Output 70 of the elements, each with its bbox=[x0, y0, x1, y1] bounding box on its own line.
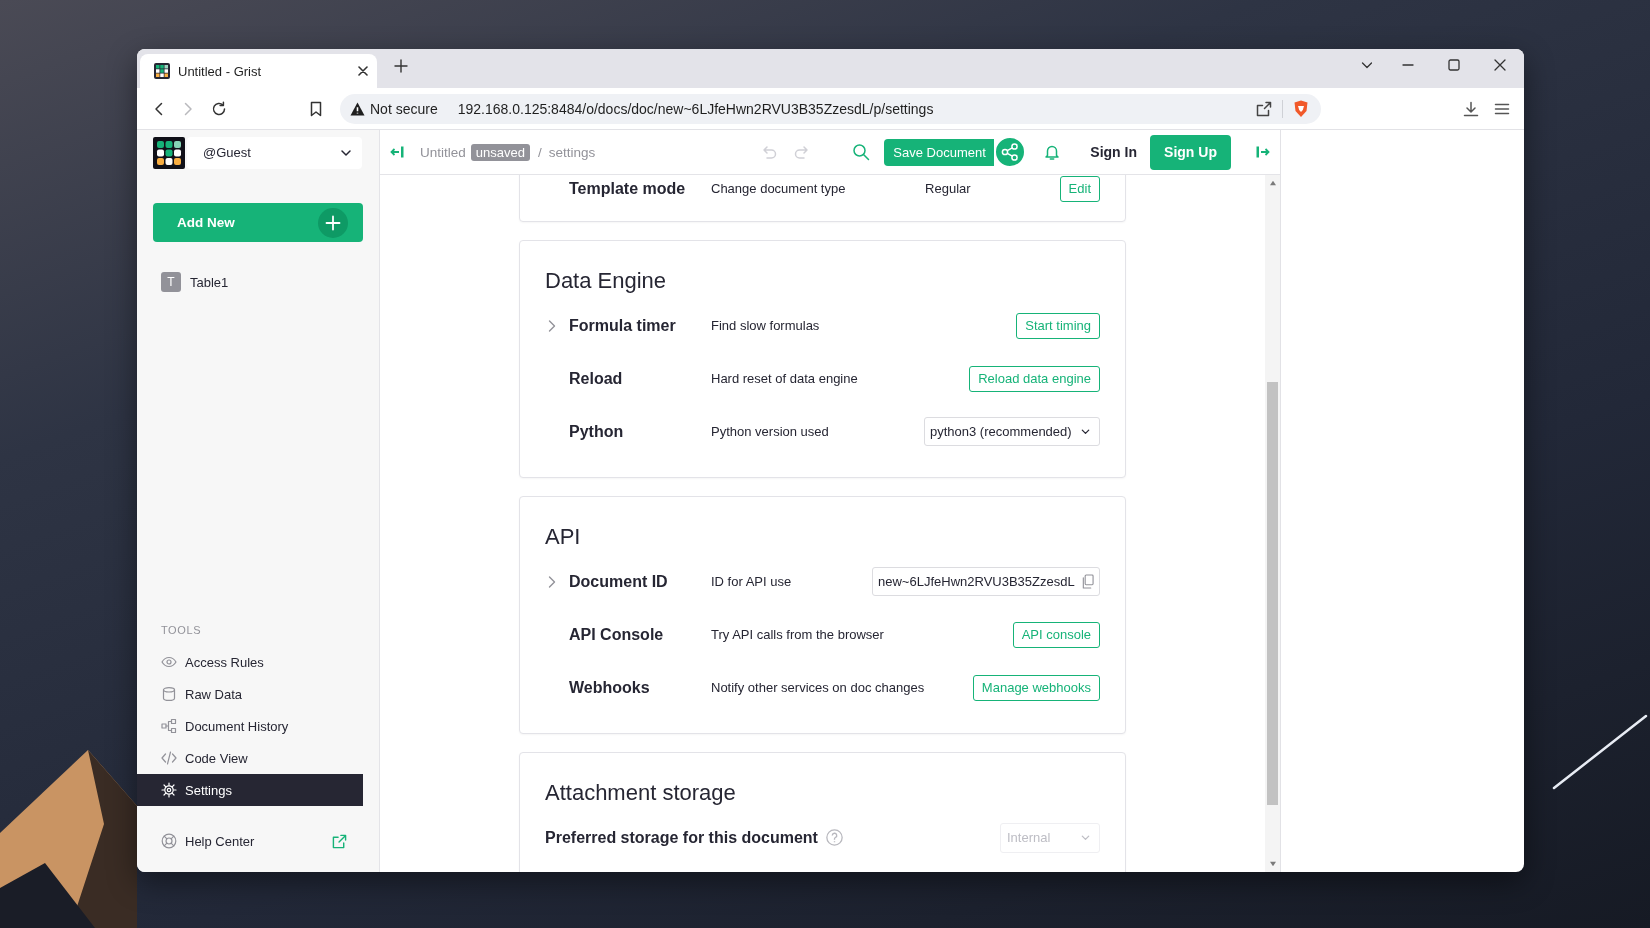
branch-icon bbox=[161, 718, 177, 734]
sign-in-button[interactable]: Sign In bbox=[1090, 144, 1137, 160]
share-icon[interactable] bbox=[1256, 100, 1272, 117]
section-heading: TOOLS bbox=[160, 623, 203, 638]
database-icon bbox=[161, 686, 177, 702]
breadcrumb-separator: / bbox=[537, 144, 542, 160]
download-icon[interactable] bbox=[1463, 100, 1479, 117]
bookmark-icon[interactable] bbox=[308, 100, 324, 117]
page-initial: T bbox=[161, 272, 181, 292]
gear-icon bbox=[161, 782, 177, 798]
security-indicator[interactable]: Not secure bbox=[350, 100, 438, 117]
setting-description: ID for API use bbox=[711, 574, 793, 589]
address-bar[interactable]: Not secure 192.168.0.125:8484/o/docs/doc/new~6LJfeHwn2RVU3B35ZzesdL/p/settings bbox=[340, 93, 1321, 124]
section-title: Data Engine bbox=[545, 267, 668, 295]
warning-icon bbox=[350, 101, 365, 116]
grid-logo-icon[interactable] bbox=[153, 136, 185, 169]
setting-label: API Console bbox=[569, 625, 665, 644]
chevron-down-icon[interactable] bbox=[1361, 59, 1373, 71]
tool-item[interactable]: Document History bbox=[137, 710, 363, 742]
lifebuoy-icon bbox=[161, 833, 177, 849]
setting-description: Hard reset of data engine bbox=[711, 371, 859, 386]
help-center-link[interactable]: Help Center bbox=[137, 826, 363, 856]
copy-icon[interactable] bbox=[1081, 574, 1094, 589]
maximize-icon[interactable] bbox=[1448, 59, 1460, 71]
setting-description: Python version used bbox=[711, 424, 830, 439]
collapse-panel-icon[interactable] bbox=[389, 144, 405, 160]
tool-item[interactable]: Code View bbox=[137, 742, 363, 774]
chevron-right-icon[interactable] bbox=[548, 319, 556, 332]
eye-icon bbox=[161, 654, 177, 670]
section-title: Attachment storage bbox=[545, 779, 737, 807]
setting-label: Webhooks bbox=[569, 678, 651, 697]
document-id-field[interactable]: new~6LJfeHwn2RVU3B35ZzesdL bbox=[872, 567, 1100, 596]
setting-label: Reload bbox=[569, 369, 624, 388]
setting-description: Try API calls from the browser bbox=[711, 627, 885, 642]
close-icon[interactable] bbox=[358, 66, 368, 76]
plus-icon bbox=[318, 207, 348, 238]
setting-label: Formula timer bbox=[569, 316, 677, 335]
setting-label: Document ID bbox=[569, 572, 669, 591]
chevron-down-icon bbox=[1080, 426, 1091, 437]
external-link-icon bbox=[332, 833, 347, 849]
setting-description: Notify other services on doc changes bbox=[711, 680, 926, 695]
tool-item[interactable]: Raw Data bbox=[137, 678, 363, 710]
bell-icon[interactable] bbox=[1043, 143, 1062, 161]
scroll-up-icon[interactable] bbox=[1268, 180, 1277, 186]
tool-item[interactable]: Settings bbox=[137, 774, 363, 806]
org-selector[interactable]: @Guest bbox=[187, 136, 362, 169]
scrollbar-thumb[interactable] bbox=[1267, 382, 1278, 805]
chevron-right-icon[interactable] bbox=[548, 575, 556, 588]
scroll-down-icon[interactable] bbox=[1268, 861, 1277, 867]
browser-tab[interactable]: Untitled - Grist bbox=[140, 54, 377, 88]
setting-value: Regular bbox=[925, 181, 971, 196]
reload-icon[interactable] bbox=[211, 100, 227, 117]
section-title: API bbox=[545, 523, 582, 551]
setting-label: Preferred storage for this document bbox=[545, 828, 818, 847]
chevron-down-icon bbox=[1080, 832, 1091, 843]
setting-label: Python bbox=[569, 422, 625, 441]
select-field[interactable]: python3 (recommended) bbox=[924, 417, 1100, 446]
close-icon[interactable] bbox=[1494, 59, 1506, 71]
setting-description: Change document type bbox=[711, 181, 847, 196]
page-item[interactable]: T Table1 bbox=[153, 268, 363, 296]
tool-item[interactable]: Access Rules bbox=[137, 646, 363, 678]
search-icon[interactable] bbox=[852, 143, 871, 161]
setting-description: Find slow formulas bbox=[711, 318, 821, 333]
lion-shield-icon[interactable] bbox=[1293, 99, 1309, 118]
setting-label: Template mode bbox=[569, 179, 687, 198]
code-icon bbox=[161, 750, 177, 766]
expand-panel-icon[interactable] bbox=[1255, 144, 1271, 160]
plus-icon[interactable] bbox=[394, 58, 408, 73]
status-badge: unsaved bbox=[470, 143, 530, 161]
grid-icon bbox=[154, 63, 170, 79]
